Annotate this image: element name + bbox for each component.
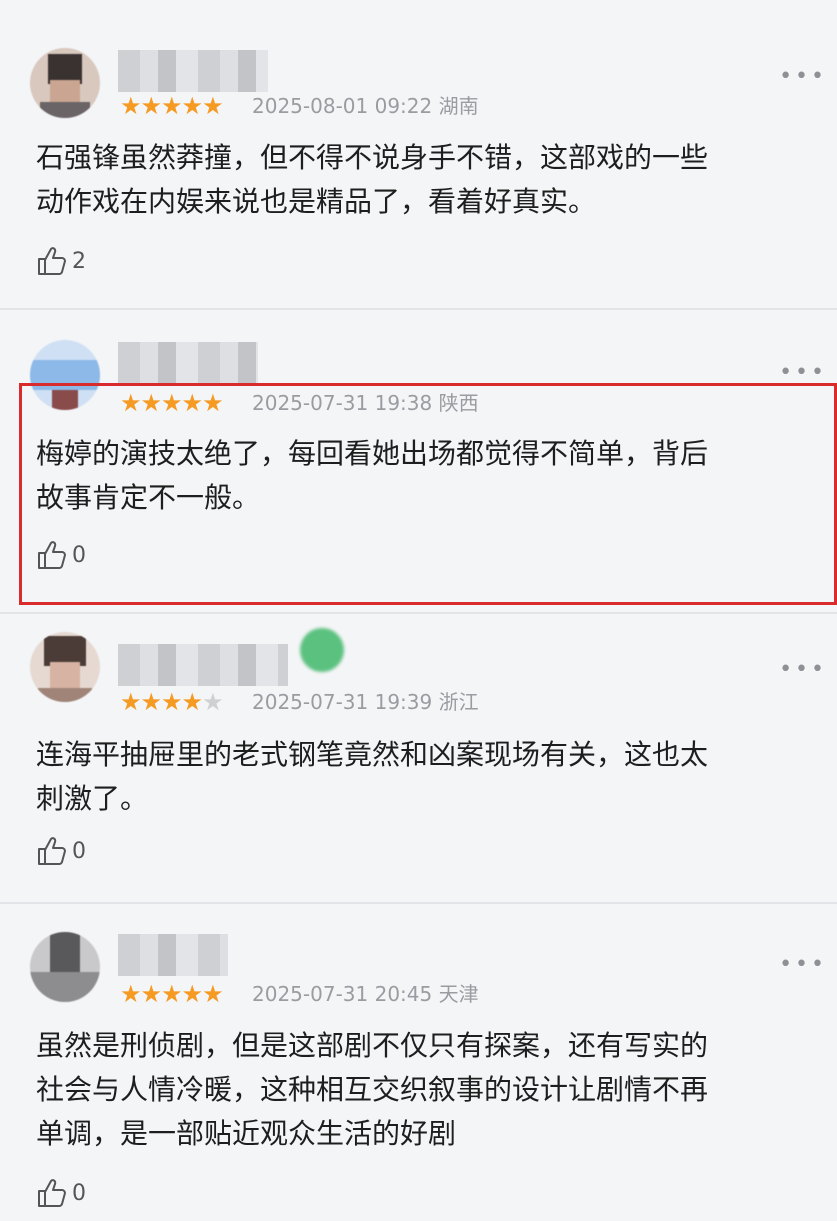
more-dots-icon[interactable]: ••• bbox=[779, 362, 827, 384]
comment-line: 连海平抽屉里的老式钢笔竟然和凶案现场有关，这也太 bbox=[36, 738, 709, 771]
highlight-box bbox=[19, 383, 837, 605]
vip-badge-icon bbox=[300, 628, 344, 672]
thumbs-up-icon bbox=[38, 837, 66, 865]
thumbs-up-icon bbox=[38, 1179, 66, 1207]
comment-text: 石强锋虽然莽撞，但不得不说身手不错，这部戏的一些 动作戏在内娱来说也是精品了，看… bbox=[36, 136, 817, 224]
comment-region: 浙江 bbox=[438, 690, 479, 714]
star-icon: ★★★★★ bbox=[120, 980, 224, 1008]
rating-stars: ★★★★★ bbox=[120, 92, 224, 120]
avatar[interactable] bbox=[30, 48, 100, 118]
star-icon: ★★★★★ bbox=[120, 92, 224, 120]
like-count: 0 bbox=[72, 1180, 86, 1206]
avatar[interactable] bbox=[30, 632, 100, 702]
comment-line: 虽然是刑侦剧，但是这部剧不仅只有探案，还有写实的 bbox=[36, 1029, 709, 1062]
comment-region: 天津 bbox=[438, 982, 479, 1006]
like-button[interactable]: 2 bbox=[36, 244, 86, 278]
more-dots-icon[interactable]: ••• bbox=[779, 66, 827, 88]
username[interactable] bbox=[118, 342, 258, 384]
divider bbox=[0, 612, 837, 614]
comment-region: 湖南 bbox=[438, 94, 479, 118]
comment-date: 2025-08-01 09:22 bbox=[252, 94, 433, 118]
rating-stars: ★★★★★ bbox=[120, 688, 224, 716]
comment-line: 单调，是一部贴近观众生活的好剧 bbox=[36, 1117, 457, 1150]
like-button[interactable]: 0 bbox=[36, 1176, 86, 1210]
comment-meta: 2025-07-31 19:39 浙江 bbox=[252, 689, 479, 715]
like-count: 0 bbox=[72, 838, 86, 864]
rating-stars: ★★★★★ bbox=[120, 980, 224, 1008]
thumbs-up-icon bbox=[38, 247, 66, 275]
comment-line: 石强锋虽然莽撞，但不得不说身手不错，这部戏的一些 bbox=[36, 141, 709, 174]
username[interactable] bbox=[118, 644, 288, 686]
comment-meta: 2025-07-31 20:45 天津 bbox=[252, 981, 479, 1007]
comment-meta: 2025-08-01 09:22 湖南 bbox=[252, 93, 479, 119]
comment-text: 连海平抽屉里的老式钢笔竟然和凶案现场有关，这也太 刺激了。 bbox=[36, 733, 817, 821]
star-icon: ★★★★ bbox=[120, 688, 203, 716]
more-dots-icon[interactable]: ••• bbox=[779, 659, 827, 681]
comment-line: 动作戏在内娱来说也是精品了，看着好真实。 bbox=[36, 185, 597, 218]
avatar[interactable] bbox=[30, 932, 100, 1002]
comment-line: 刺激了。 bbox=[36, 782, 149, 815]
comment-date: 2025-07-31 19:39 bbox=[252, 690, 433, 714]
like-count: 2 bbox=[72, 248, 86, 274]
divider bbox=[0, 902, 837, 904]
more-dots-icon[interactable]: ••• bbox=[779, 954, 827, 976]
divider bbox=[0, 308, 837, 310]
like-button[interactable]: 0 bbox=[36, 834, 86, 868]
star-icon: ★ bbox=[202, 688, 223, 716]
comment-date: 2025-07-31 20:45 bbox=[252, 982, 433, 1006]
username[interactable] bbox=[118, 934, 228, 976]
comment-text: 虽然是刑侦剧，但是这部剧不仅只有探案，还有写实的 社会与人情冷暖，这种相互交织叙… bbox=[36, 1024, 817, 1156]
username[interactable] bbox=[118, 50, 268, 92]
comment-line: 社会与人情冷暖，这种相互交织叙事的设计让剧情不再 bbox=[36, 1073, 709, 1106]
